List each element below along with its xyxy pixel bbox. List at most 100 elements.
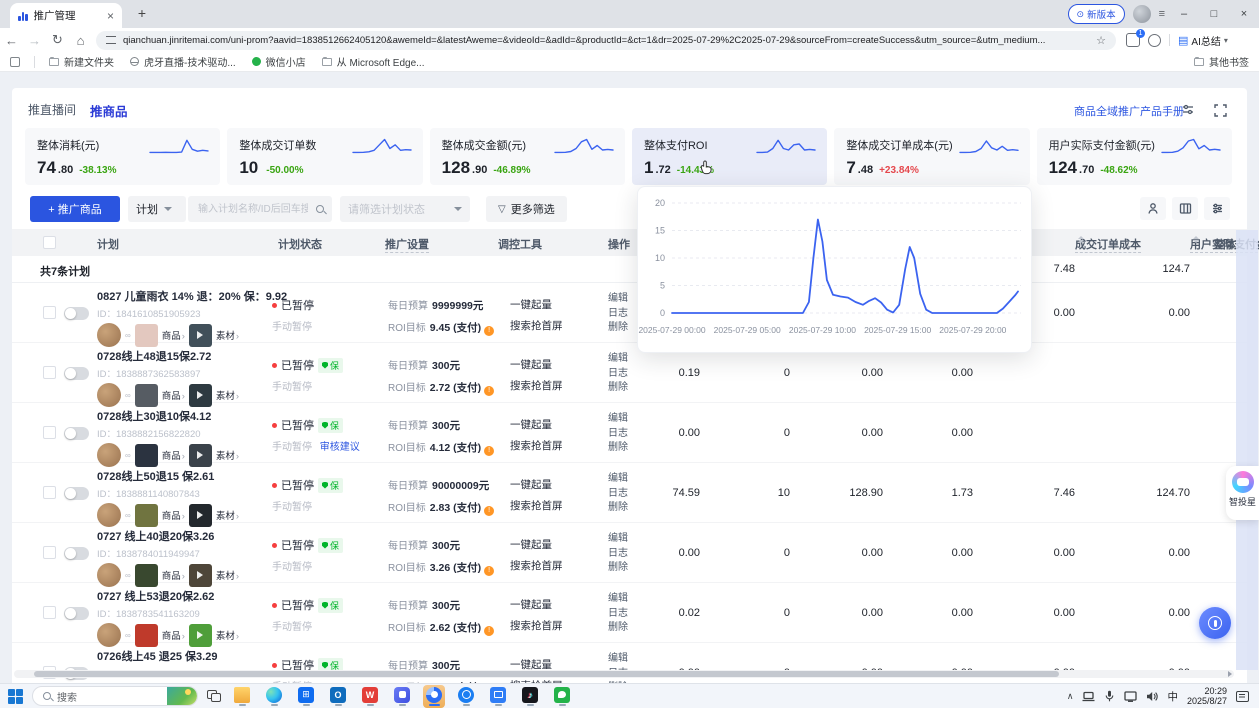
- row-enable-toggle[interactable]: [64, 367, 89, 380]
- product-link[interactable]: 商品›: [162, 388, 185, 402]
- row-checkbox[interactable]: [43, 366, 56, 379]
- taskbar-app[interactable]: [295, 685, 317, 708]
- row-checkbox[interactable]: [43, 426, 56, 439]
- tool-onekey-boost[interactable]: 一键起量: [510, 417, 590, 432]
- assistant-widget[interactable]: 智投星: [1226, 466, 1259, 520]
- new-version-badge[interactable]: ⊙新版本: [1068, 4, 1125, 24]
- column-settings-icon[interactable]: [1172, 197, 1198, 220]
- stat-card[interactable]: 整体成交订单成本(元) 7 .48 +23.84%: [834, 128, 1029, 185]
- product-manual-link[interactable]: 商品全域推广产品手册: [1074, 103, 1184, 119]
- plan-search-input[interactable]: [196, 203, 310, 216]
- site-settings-icon[interactable]: [106, 36, 116, 44]
- scrollbar-arrow-right-icon[interactable]: [1228, 671, 1232, 677]
- tool-search-topview[interactable]: 搜索抢首屏: [510, 498, 590, 513]
- bookmark-star-icon[interactable]: ☆: [1096, 34, 1106, 47]
- product-link[interactable]: 商品›: [162, 328, 185, 342]
- column-header-tools[interactable]: 调控工具: [498, 236, 542, 252]
- plan-title[interactable]: 0726线上45 退25 保3.29: [97, 648, 282, 664]
- taskbar-app[interactable]: [327, 685, 349, 708]
- laptop-icon[interactable]: [1082, 691, 1095, 702]
- table-settings-icon[interactable]: [1204, 197, 1230, 220]
- row-checkbox[interactable]: [43, 606, 56, 619]
- taskbar-app[interactable]: [455, 685, 477, 708]
- column-header-overall[interactable]: 整体: [1214, 236, 1236, 252]
- window-close-button[interactable]: ×: [1233, 8, 1255, 20]
- product-link[interactable]: 商品›: [162, 628, 185, 642]
- material-link[interactable]: 素材›: [216, 568, 239, 582]
- stat-card[interactable]: 整体支付ROI 1 .72 -14.43%: [632, 128, 827, 185]
- material-link[interactable]: 素材›: [216, 508, 239, 522]
- column-header-settings[interactable]: 推广设置: [385, 236, 429, 253]
- layout-settings-icon[interactable]: [1178, 100, 1198, 120]
- member-icon[interactable]: [1140, 197, 1166, 220]
- plan-title[interactable]: 0827 儿童雨衣 14% 退：20% 保：9.92: [97, 288, 282, 304]
- taskbar-app[interactable]: [391, 685, 413, 708]
- plan-title[interactable]: 0728线上50退15 保2.61: [97, 468, 282, 484]
- stat-card[interactable]: 用户实际支付金额(元) 124 .70 -48.62%: [1037, 128, 1232, 185]
- vpn-extension-icon[interactable]: 1: [1126, 33, 1140, 47]
- tool-search-topview[interactable]: 搜索抢首屏: [510, 378, 590, 393]
- tool-onekey-boost[interactable]: 一键起量: [510, 537, 590, 552]
- column-header-plan[interactable]: 计划: [97, 236, 119, 252]
- stat-card[interactable]: 整体消耗(元) 74 .80 -38.13%: [25, 128, 220, 185]
- other-bookmarks[interactable]: 其他书签: [1194, 54, 1249, 69]
- status-filter-select[interactable]: 请筛选计划状态: [340, 196, 470, 222]
- microphone-icon[interactable]: [1104, 690, 1115, 702]
- product-link[interactable]: 商品›: [162, 568, 185, 582]
- extension-icon[interactable]: [1148, 34, 1161, 47]
- weather-widget-thumbnail[interactable]: [167, 686, 197, 706]
- browser-avatar[interactable]: [1133, 5, 1151, 23]
- warning-icon[interactable]: [484, 326, 494, 336]
- taskbar-app[interactable]: [359, 685, 381, 708]
- search-icon[interactable]: [316, 205, 324, 213]
- row-enable-toggle[interactable]: [64, 487, 89, 500]
- material-link[interactable]: 素材›: [216, 628, 239, 642]
- taskbar-app[interactable]: [519, 685, 541, 708]
- taskbar-app[interactable]: [551, 685, 573, 708]
- horizontal-scrollbar[interactable]: [14, 670, 1234, 678]
- customer-service-button[interactable]: [1199, 607, 1231, 639]
- notification-icon[interactable]: [1236, 691, 1249, 702]
- window-minimize-button[interactable]: –: [1173, 8, 1195, 20]
- home-icon[interactable]: ⌂: [69, 33, 92, 48]
- tool-search-topview[interactable]: 搜索抢首屏: [510, 318, 590, 333]
- product-link[interactable]: 商品›: [162, 508, 185, 522]
- row-checkbox[interactable]: [43, 546, 56, 559]
- tool-search-topview[interactable]: 搜索抢首屏: [510, 618, 590, 633]
- reload-icon[interactable]: ↻: [46, 32, 69, 48]
- warning-icon[interactable]: [484, 626, 494, 636]
- warning-icon[interactable]: [484, 566, 494, 576]
- window-maximize-button[interactable]: □: [1203, 8, 1225, 20]
- sort-icon[interactable]: [1078, 236, 1084, 243]
- scrollbar-thumb[interactable]: [34, 671, 1059, 677]
- warning-icon[interactable]: [484, 446, 494, 456]
- stat-card[interactable]: 整体成交订单数 10 -50.00%: [227, 128, 422, 185]
- side-panel-icon[interactable]: [10, 57, 20, 67]
- sort-icon[interactable]: [1193, 236, 1199, 243]
- taskbar-search[interactable]: 搜索: [32, 686, 198, 706]
- tool-search-topview[interactable]: 搜索抢首屏: [510, 558, 590, 573]
- plan-title[interactable]: 0727 线上53退20保2.62: [97, 588, 282, 604]
- back-icon[interactable]: ←: [0, 33, 23, 48]
- tool-onekey-boost[interactable]: 一键起量: [510, 477, 590, 492]
- promote-goods-button[interactable]: + 推广商品: [30, 196, 120, 222]
- tray-chevron-up-icon[interactable]: ∧: [1067, 691, 1074, 702]
- bookmark-item[interactable]: 微信小店: [252, 54, 306, 69]
- taskbar-app[interactable]: [231, 685, 253, 708]
- tab-promote-goods[interactable]: 推商品: [90, 101, 128, 120]
- browser-tab[interactable]: 推广管理 ×: [10, 3, 122, 28]
- start-button[interactable]: [8, 689, 23, 704]
- material-link[interactable]: 素材›: [216, 448, 239, 462]
- tool-onekey-boost[interactable]: 一键起量: [510, 297, 590, 312]
- row-enable-toggle[interactable]: [64, 427, 89, 440]
- tool-search-topview[interactable]: 搜索抢首屏: [510, 438, 590, 453]
- tab-live-room[interactable]: 推直播间: [28, 101, 76, 118]
- row-enable-toggle[interactable]: [64, 547, 89, 560]
- speaker-icon[interactable]: [1146, 691, 1158, 702]
- plan-title[interactable]: 0728线上30退10保4.12: [97, 408, 282, 424]
- ime-indicator[interactable]: 中: [1167, 689, 1178, 704]
- bookmark-item[interactable]: 从 Microsoft Edge...: [322, 54, 425, 69]
- url-bar[interactable]: qianchuan.jinritemai.com/uni-prom?aavid=…: [96, 31, 1116, 50]
- select-all-checkbox[interactable]: [43, 236, 56, 249]
- stat-card[interactable]: 整体成交金额(元) 128 .90 -46.89%: [430, 128, 625, 185]
